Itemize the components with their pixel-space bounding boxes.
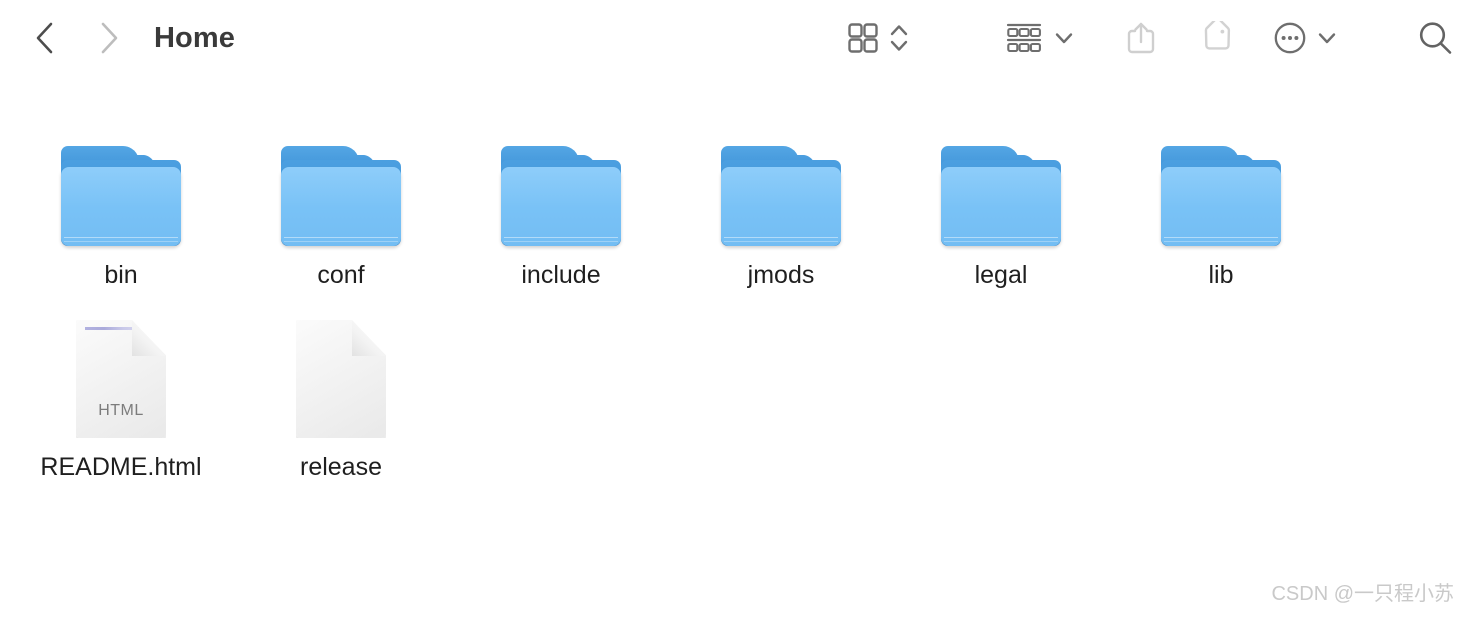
view-mode-button[interactable] (846, 21, 880, 55)
file-item[interactable]: jmods (671, 118, 891, 290)
file-list-area[interactable]: bin conf include jmods legal lib HTML RE… (0, 76, 1478, 620)
chevron-up-down-icon (890, 25, 908, 51)
chevron-down-icon (1055, 33, 1073, 44)
folder-icon (941, 118, 1061, 246)
toolbar-right-group (846, 0, 1478, 76)
chevron-right-icon (101, 22, 118, 54)
html-document-icon: HTML (76, 310, 166, 438)
plain-document-icon (296, 310, 386, 438)
group-by-icon (1006, 23, 1042, 53)
file-item[interactable]: HTML README.html (11, 310, 231, 482)
more-chevron[interactable] (1316, 27, 1338, 49)
view-mode-stepper[interactable] (889, 21, 909, 55)
group-by-group (1005, 21, 1075, 55)
file-label: jmods (747, 261, 815, 289)
view-mode-group (846, 21, 909, 55)
search-icon (1419, 22, 1452, 54)
file-item[interactable]: release (231, 310, 451, 482)
folder-icon (61, 118, 181, 246)
finder-toolbar: Home (0, 0, 1478, 76)
more-button[interactable] (1273, 21, 1307, 55)
file-item[interactable]: conf (231, 118, 451, 290)
file-item[interactable]: legal (891, 118, 1111, 290)
page-fold-corner (352, 320, 386, 356)
search-button[interactable] (1416, 19, 1454, 57)
ellipsis-circle-icon (1274, 22, 1306, 54)
file-item[interactable]: lib (1111, 118, 1331, 290)
group-by-button[interactable] (1005, 21, 1043, 55)
page-title: Home (154, 21, 235, 54)
file-label: README.html (40, 453, 202, 481)
folder-icon (281, 118, 401, 246)
file-item[interactable]: include (451, 118, 671, 290)
share-button[interactable] (1125, 21, 1157, 55)
share-icon (1127, 22, 1155, 54)
folder-icon (501, 118, 621, 246)
file-type-badge: HTML (98, 402, 144, 419)
group-by-chevron[interactable] (1053, 27, 1075, 49)
file-label: release (300, 453, 382, 481)
file-item[interactable]: bin (11, 118, 231, 290)
file-label: legal (974, 261, 1028, 289)
grid-view-icon (848, 23, 878, 53)
code-preview-line (85, 327, 139, 330)
folder-icon (721, 118, 841, 246)
chevron-down-icon (1318, 33, 1336, 44)
more-group (1273, 21, 1338, 55)
tag-icon (1204, 21, 1231, 50)
forward-button[interactable] (92, 18, 126, 58)
file-label: bin (104, 261, 138, 289)
folder-icon (1161, 118, 1281, 246)
tags-button[interactable] (1197, 21, 1235, 55)
file-label: include (521, 261, 601, 289)
icon-grid: bin conf include jmods legal lib HTML RE… (0, 118, 1478, 482)
back-button[interactable] (28, 18, 62, 58)
watermark: CSDN @一只程小苏 (1271, 583, 1454, 605)
file-label: lib (1208, 261, 1234, 289)
navigation-buttons (28, 18, 126, 58)
file-label: conf (317, 261, 365, 289)
page-fold-corner (132, 320, 166, 356)
chevron-left-icon (36, 22, 53, 54)
